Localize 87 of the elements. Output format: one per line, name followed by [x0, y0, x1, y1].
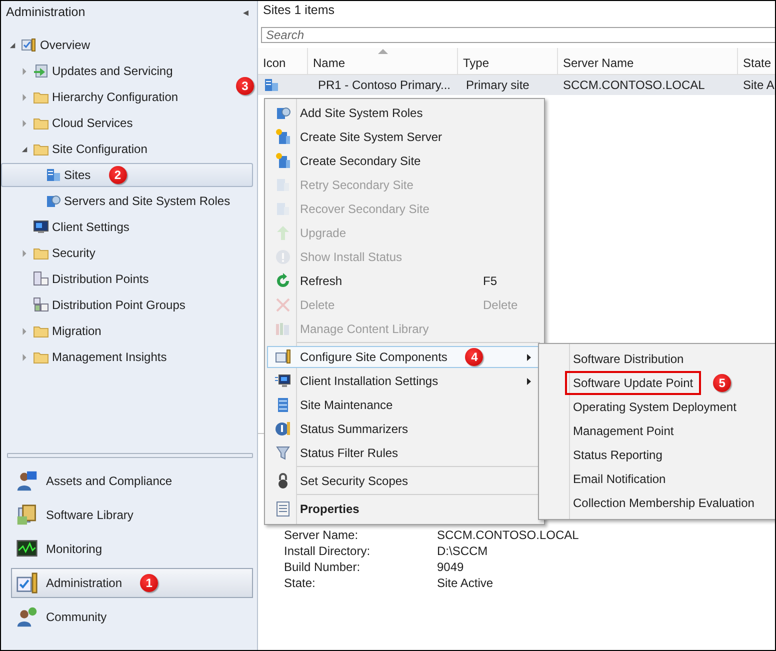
- library-icon: [16, 504, 38, 526]
- menu-item[interactable]: Email Notification: [565, 467, 674, 491]
- menu-item[interactable]: Create Secondary Site: [267, 150, 542, 172]
- table-cell-text: PR1 - Contoso Primary...: [317, 78, 452, 92]
- table-cell-text: Primary site: [465, 78, 530, 92]
- callout-badge: 1: [140, 574, 158, 592]
- person-icon: [16, 470, 38, 492]
- column-header[interactable]: Name: [308, 48, 458, 74]
- collapse-arrow-icon[interactable]: [9, 42, 16, 48]
- menu-item[interactable]: Status Summarizers: [267, 418, 542, 440]
- property-value: D:\SCCM: [437, 545, 489, 558]
- tree-item[interactable]: Distribution Point Groups: [1, 293, 186, 317]
- expand-arrow-icon[interactable]: [21, 328, 28, 334]
- column-header[interactable]: Type: [458, 48, 558, 74]
- callout-badge: 4: [465, 348, 484, 366]
- refresh-icon: [275, 273, 291, 289]
- tree-item[interactable]: Updates and Servicing: [1, 59, 174, 83]
- sort-arrow-icon: [378, 49, 388, 54]
- expand-arrow-icon[interactable]: [21, 68, 28, 74]
- callout-badge: 2: [108, 166, 127, 184]
- wrench-icon: [275, 349, 291, 365]
- property-label: State:: [284, 577, 316, 590]
- info-icon: [275, 421, 291, 437]
- books-icon: [275, 321, 291, 337]
- up-arrow-icon: [275, 225, 291, 241]
- menu-item[interactable]: Site Maintenance: [267, 394, 542, 416]
- callout-badge: 5: [713, 374, 732, 392]
- tree-item[interactable]: Security: [1, 241, 96, 265]
- menu-item[interactable]: Add Site System Roles: [267, 102, 542, 124]
- workspace-button[interactable]: Assets and Compliance: [11, 466, 253, 496]
- expand-arrow-icon[interactable]: [21, 354, 28, 360]
- people-icon: [16, 606, 38, 628]
- tree-item[interactable]: Cloud Services: [1, 111, 134, 135]
- menu-item[interactable]: Refresh F5: [267, 270, 542, 292]
- shortcut-text: F5: [483, 274, 498, 288]
- menu-item[interactable]: Status Filter Rules: [267, 442, 542, 464]
- column-header[interactable]: Server Name: [558, 48, 738, 74]
- menu-item[interactable]: Management Point: [565, 419, 682, 443]
- pane-title: Administration: [6, 5, 86, 19]
- menu-item[interactable]: Properties: [267, 498, 542, 520]
- list-title: Sites 1 items: [262, 2, 336, 19]
- column-header[interactable]: Icon: [258, 48, 308, 74]
- tree-item[interactable]: Sites 2: [1, 163, 253, 187]
- menu-item[interactable]: Client Installation Settings: [267, 370, 542, 392]
- property-value: Site Active: [437, 577, 494, 590]
- workspace-button[interactable]: Community: [11, 602, 253, 632]
- expand-arrow-icon[interactable]: [21, 250, 28, 256]
- workspace-button[interactable]: Software Library: [11, 500, 253, 530]
- workspace-button[interactable]: Administration 1: [11, 568, 253, 598]
- roles-icon: [275, 105, 291, 121]
- property-label: Server Name:: [284, 529, 360, 542]
- tree-item[interactable]: Hierarchy Configuration: [1, 85, 180, 109]
- workspace-button[interactable]: Monitoring: [11, 534, 253, 564]
- delete-icon: [275, 297, 291, 313]
- properties-icon: [275, 501, 291, 517]
- tree-item[interactable]: Distribution Points: [1, 267, 150, 291]
- expand-arrow-icon[interactable]: [21, 94, 28, 100]
- shortcut-text: Delete: [483, 298, 519, 312]
- table-cell-text: Site A: [742, 78, 775, 92]
- menu-item[interactable]: Set Security Scopes: [267, 470, 542, 492]
- search-field[interactable]: Search: [261, 27, 775, 43]
- property-label: Install Directory:: [284, 545, 372, 558]
- menu-item[interactable]: Software Update Point: [565, 371, 702, 395]
- column-header[interactable]: State: [738, 48, 775, 74]
- monitor-icon: [33, 219, 49, 235]
- monitor-icon: [275, 373, 291, 389]
- tree-item[interactable]: Migration: [1, 319, 102, 343]
- collapse-arrow-icon[interactable]: [21, 146, 28, 152]
- filter-icon: [275, 445, 291, 461]
- table-cell-text: SCCM.CONTOSO.LOCAL: [562, 78, 706, 92]
- menu-item[interactable]: Create Site System Server: [267, 126, 542, 148]
- property-value: 9049: [437, 561, 465, 574]
- property-label: Build Number:: [284, 561, 362, 574]
- menu-item[interactable]: Collection Membership Evaluation: [565, 491, 762, 515]
- tree-item[interactable]: Servers and Site System Roles: [1, 189, 232, 213]
- tree-item[interactable]: Overview: [1, 33, 92, 57]
- tree-item[interactable]: Site Configuration: [1, 137, 148, 161]
- checklist-icon: [16, 572, 38, 594]
- menu-item[interactable]: Status Reporting: [565, 443, 670, 467]
- info-icon: [275, 249, 291, 265]
- tree-item[interactable]: Management Insights: [1, 345, 168, 369]
- tree-item[interactable]: Client Settings: [1, 215, 130, 239]
- collapse-button[interactable]: ◂: [243, 6, 249, 18]
- property-value: SCCM.CONTOSO.LOCAL: [437, 529, 580, 542]
- expand-arrow-icon[interactable]: [21, 120, 28, 126]
- menu-item[interactable]: Operating System Deployment: [565, 395, 744, 419]
- menu-item[interactable]: Software Distribution: [565, 347, 692, 371]
